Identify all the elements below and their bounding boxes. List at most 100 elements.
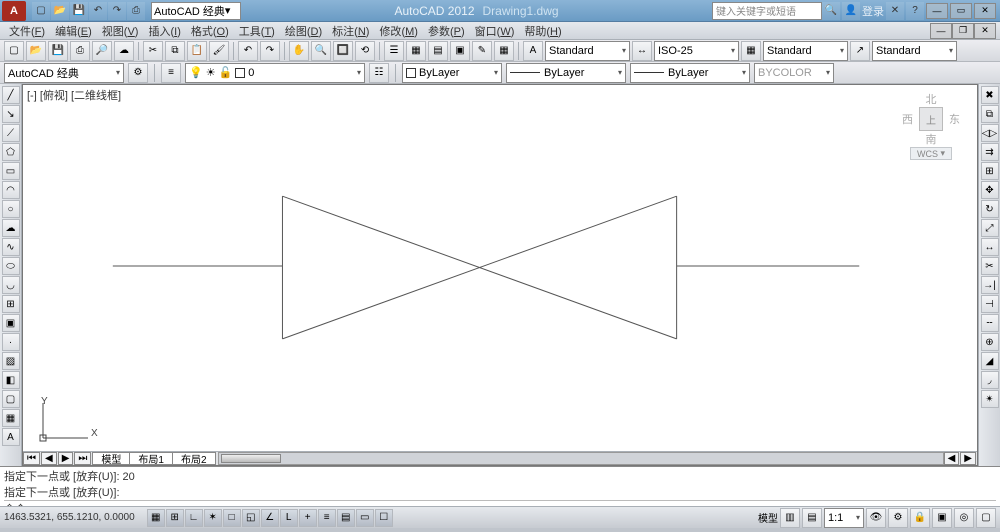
tablestyle-icon[interactable]: ▦ (741, 41, 761, 61)
paste-icon[interactable]: 📋 (187, 41, 207, 61)
menu-modify[interactable]: 修改(M) (374, 23, 423, 39)
doc-restore-button[interactable]: ❐ (952, 23, 974, 39)
mleaderstyle-dropdown[interactable]: Standard▾ (872, 41, 957, 61)
spline-icon[interactable]: ∿ (2, 238, 20, 256)
arc-icon[interactable]: ◠ (2, 181, 20, 199)
rectangle-icon[interactable]: ▭ (2, 162, 20, 180)
region-icon[interactable]: ▢ (2, 390, 20, 408)
quickcalc-icon[interactable]: ▦ (494, 41, 514, 61)
mleaderstyle-icon[interactable]: ↗ (850, 41, 870, 61)
annotation-scale-dropdown[interactable]: 1:1▾ (824, 508, 864, 528)
mtext-icon[interactable]: A (2, 428, 20, 446)
close-button[interactable]: ✕ (974, 3, 996, 19)
dimstyle-icon[interactable]: ↔ (632, 41, 652, 61)
tpy-toggle[interactable]: ▤ (337, 509, 355, 527)
exchange-icon[interactable]: ✕ (886, 2, 904, 20)
zoom-realtime-icon[interactable]: 🔍 (311, 41, 331, 61)
polyline-icon[interactable]: ⟋ (2, 124, 20, 142)
table-icon[interactable]: ▦ (2, 409, 20, 427)
new-icon[interactable]: ▢ (4, 41, 24, 61)
save-icon[interactable]: 💾 (48, 41, 68, 61)
coordinates-display[interactable]: 1463.5321, 655.1210, 0.0000 (4, 512, 135, 523)
drawing-canvas[interactable]: [-] [俯视] [二维线框] 北 西 上 东 南 WCS ▾ (22, 84, 978, 466)
vc-north[interactable]: 北 (926, 91, 937, 107)
tool-palette-icon[interactable]: ▤ (428, 41, 448, 61)
lock-ui-icon[interactable]: 🔒 (910, 508, 930, 528)
minimize-button[interactable]: — (926, 3, 948, 19)
trim-icon[interactable]: ✂ (981, 257, 999, 275)
command-window[interactable]: 指定下一点或 [放弃(U)]: 20 指定下一点或 [放弃(U)]: 命令: (0, 466, 1000, 506)
move-icon[interactable]: ✥ (981, 181, 999, 199)
revcloud-icon[interactable]: ☁ (2, 219, 20, 237)
join-icon[interactable]: ⊕ (981, 333, 999, 351)
chamfer-icon[interactable]: ◢ (981, 352, 999, 370)
markup-icon[interactable]: ✎ (472, 41, 492, 61)
viewcube[interactable]: 北 西 上 东 南 WCS ▾ (891, 91, 971, 181)
break-icon[interactable]: ╌ (981, 314, 999, 332)
dimstyle-dropdown[interactable]: ISO-25▾ (654, 41, 739, 61)
sheetset-icon[interactable]: ▣ (450, 41, 470, 61)
vc-top-face[interactable]: 上 (919, 107, 943, 131)
insert-block-icon[interactable]: ⊞ (2, 295, 20, 313)
tab-layout2[interactable]: 布局2 (172, 452, 216, 465)
menu-tools[interactable]: 工具(T) (234, 23, 280, 39)
otrack-toggle[interactable]: ∠ (261, 509, 279, 527)
doc-close-button[interactable]: ✕ (974, 23, 996, 39)
ellipse-icon[interactable]: ⬭ (2, 257, 20, 275)
annotation-visibility-icon[interactable]: 👁 (866, 508, 886, 528)
rotate-icon[interactable]: ↻ (981, 200, 999, 218)
qp-toggle[interactable]: ▭ (356, 509, 374, 527)
polygon-icon[interactable]: ⬠ (2, 143, 20, 161)
scrollbar-thumb[interactable] (221, 454, 281, 463)
menu-dimension[interactable]: 标注(N) (327, 23, 374, 39)
menu-file[interactable]: 文件(F) (4, 23, 50, 39)
line-icon[interactable]: ╱ (2, 86, 20, 104)
tab-next-icon[interactable]: ▶ (58, 452, 74, 465)
copy-object-icon[interactable]: ⧉ (981, 105, 999, 123)
qat-save-icon[interactable]: 💾 (70, 2, 88, 20)
erase-icon[interactable]: ✖ (981, 86, 999, 104)
title-workspace-dropdown[interactable]: AutoCAD 经典 ▾ (151, 2, 241, 20)
break-at-icon[interactable]: ⊣ (981, 295, 999, 313)
tab-model[interactable]: 模型 (92, 452, 130, 465)
hardware-accel-icon[interactable]: ▣ (932, 508, 952, 528)
textstyle-dropdown[interactable]: Standard▾ (545, 41, 630, 61)
qat-print-icon[interactable]: ⎙ (127, 2, 145, 20)
point-icon[interactable]: · (2, 333, 20, 351)
layer-state-icon[interactable]: ☷ (369, 63, 389, 83)
menu-draw[interactable]: 绘图(D) (280, 23, 327, 39)
vc-west[interactable]: 西 (902, 111, 913, 127)
offset-icon[interactable]: ⇉ (981, 143, 999, 161)
tab-layout1[interactable]: 布局1 (129, 452, 173, 465)
help-icon[interactable]: ? (906, 2, 924, 20)
wcs-dropdown[interactable]: WCS ▾ (910, 147, 952, 160)
sc-toggle[interactable]: ☐ (375, 509, 393, 527)
zoom-prev-icon[interactable]: ⟲ (355, 41, 375, 61)
tab-last-icon[interactable]: ⏭ (74, 452, 91, 465)
quickview-layouts-icon[interactable]: ▥ (780, 508, 800, 528)
scroll-right-icon[interactable]: ▶ (960, 452, 976, 465)
color-dropdown[interactable]: ByLayer▾ (402, 63, 502, 83)
publish-icon[interactable]: ☁ (114, 41, 134, 61)
help-search-input[interactable]: 键入关键字或短语 (712, 2, 822, 20)
match-props-icon[interactable]: 🖌 (209, 41, 229, 61)
qat-redo-icon[interactable]: ↷ (108, 2, 126, 20)
workspace-settings-icon[interactable]: ⚙ (128, 63, 148, 83)
circle-icon[interactable]: ○ (2, 200, 20, 218)
menu-insert[interactable]: 插入(I) (143, 23, 185, 39)
qat-new-icon[interactable]: ▢ (32, 2, 50, 20)
tab-prev-icon[interactable]: ◀ (41, 452, 57, 465)
extend-icon[interactable]: →| (981, 276, 999, 294)
workspace-switch-icon[interactable]: ⚙ (888, 508, 908, 528)
signin-button[interactable]: 👤 (842, 2, 860, 20)
menu-window[interactable]: 窗口(W) (470, 23, 520, 39)
design-center-icon[interactable]: ▦ (406, 41, 426, 61)
qat-open-icon[interactable]: 📂 (51, 2, 69, 20)
grid-toggle[interactable]: ⊞ (166, 509, 184, 527)
redo-icon[interactable]: ↷ (260, 41, 280, 61)
preview-icon[interactable]: 🔎 (92, 41, 112, 61)
tablestyle-dropdown[interactable]: Standard▾ (763, 41, 848, 61)
menu-edit[interactable]: 编辑(E) (50, 23, 97, 39)
array-icon[interactable]: ⊞ (981, 162, 999, 180)
textstyle-icon[interactable]: A (523, 41, 543, 61)
